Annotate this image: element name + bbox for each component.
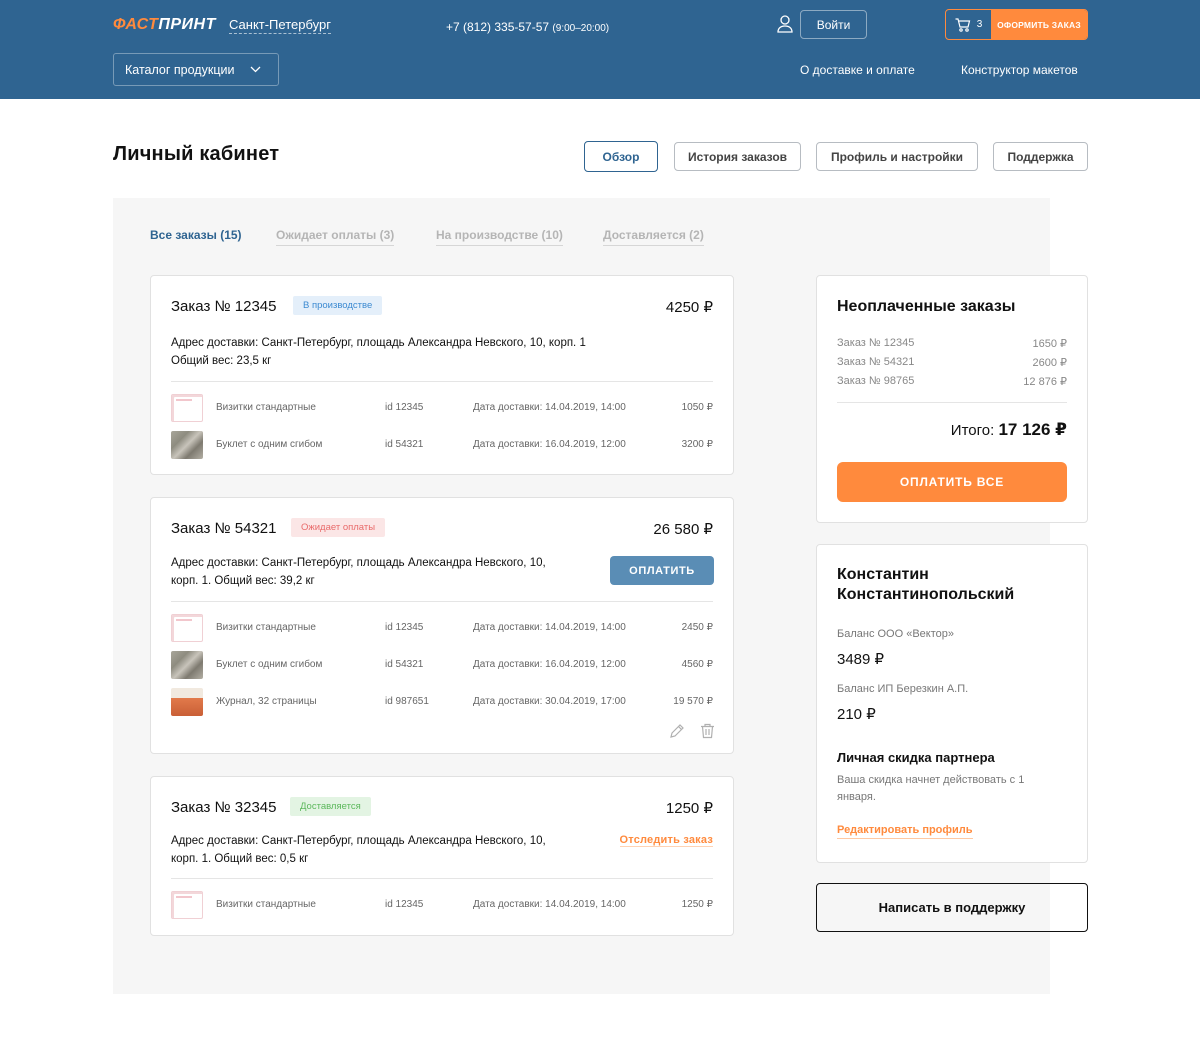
order-sum: 26 580 ₽ [653,521,713,538]
order-card: Заказ № 12345 В производстве 4250 ₽ Адре… [150,275,734,475]
balance-label: Баланс ИП Березкин А.П. [837,683,969,695]
divider [171,878,713,879]
item-name[interactable]: Визитки стандартные [216,402,316,413]
tab-overview[interactable]: Обзор [584,141,658,172]
item-price: 2450 ₽ [681,622,713,633]
item-name[interactable]: Буклет с одним сгибом [216,439,322,450]
order-title[interactable]: Заказ № 32345 [171,799,276,816]
order-sum: 1250 ₽ [665,800,713,817]
filter-in-production[interactable]: На производстве (10) [436,228,563,246]
city-selector[interactable]: Санкт-Петербург [229,17,331,34]
divider [171,601,713,602]
chevron-down-icon [250,66,261,73]
status-badge: В производстве [293,296,383,315]
item-thumbnail [171,394,203,422]
item-price: 1050 ₽ [681,402,713,413]
item-thumbnail [171,614,203,642]
item-id: id 12345 [385,899,424,910]
tab-order-history[interactable]: История заказов [674,142,801,171]
item-id: id 12345 [385,402,424,413]
edit-profile-link[interactable]: Редактировать профиль [837,824,973,839]
item-delivery-date: Дата доставки: 14.04.2019, 14:00 [473,402,626,413]
user-icon[interactable] [777,15,793,33]
item-thumbnail [171,431,203,459]
divider [171,381,713,382]
write-support-button[interactable]: Написать в поддержку [816,883,1088,932]
item-thumbnail [171,651,203,679]
catalog-label: Каталог продукции [125,62,235,77]
item-id: id 54321 [385,659,424,670]
tab-profile-settings[interactable]: Профиль и настройки [816,142,978,171]
pay-order-button[interactable]: ОПЛАТИТЬ [610,556,714,585]
nav-delivery-link[interactable]: О доставке и оплате [800,63,915,77]
item-id: id 54321 [385,439,424,450]
item-price: 1250 ₽ [681,899,713,910]
item-delivery-date: Дата доставки: 16.04.2019, 12:00 [473,439,626,450]
track-order-link[interactable]: Отследить заказ [619,834,713,847]
item-price: 4560 ₽ [681,659,713,670]
pay-all-button[interactable]: ОПЛАТИТЬ ВСЕ [837,462,1067,502]
filter-delivering[interactable]: Доставляется (2) [603,228,704,246]
item-name[interactable]: Визитки стандартные [216,622,316,633]
tab-support[interactable]: Поддержка [993,142,1088,171]
edit-icon[interactable] [669,723,685,739]
logo[interactable]: ФАСТПРИНТ [113,16,216,34]
item-thumbnail [171,891,203,919]
order-sum: 4250 ₽ [665,299,713,316]
unpaid-row[interactable]: Заказ № 54321 2600 ₽ [837,356,1067,369]
discount-title: Личная скидка партнера [837,750,995,765]
order-address: Адрес доставки: Санкт-Петербург, площадь… [171,337,586,367]
order-address: Адрес доставки: Санкт-Петербург, площадь… [171,557,546,587]
filter-awaiting-payment[interactable]: Ожидает оплаты (3) [276,228,395,246]
item-price: 19 570 ₽ [673,696,713,707]
item-delivery-date: Дата доставки: 14.04.2019, 14:00 [473,622,626,633]
status-badge: Доставляется [290,797,371,816]
site-header: ФАСТПРИНТ Санкт-Петербург +7 (812) 335-5… [0,0,1200,99]
cart-widget[interactable]: 3 ОФОРМИТЬ ЗАКАЗ [945,9,1088,40]
item-price: 3200 ₽ [681,439,713,450]
unpaid-row[interactable]: Заказ № 98765 12 876 ₽ [837,375,1067,388]
profile-card: Константин Константинопольский Баланс ООО… [816,544,1088,863]
order-card: Заказ № 54321 Ожидает оплаты 26 580 ₽ Ад… [150,497,734,754]
unpaid-row[interactable]: Заказ № 12345 1650 ₽ [837,337,1067,350]
item-id: id 987651 [385,696,429,707]
order-title[interactable]: Заказ № 12345 [171,298,276,315]
order-title[interactable]: Заказ № 54321 [171,520,276,537]
catalog-dropdown[interactable]: Каталог продукции [113,53,279,86]
login-button[interactable]: Войти [800,10,867,39]
checkout-button[interactable]: ОФОРМИТЬ ЗАКАЗ [991,10,1087,39]
unpaid-total: Итого: 17 126 ₽ [950,420,1067,439]
item-id: id 12345 [385,622,424,633]
order-address: Адрес доставки: Санкт-Петербург, площадь… [171,835,546,865]
trash-icon[interactable] [700,723,715,739]
filter-all-orders[interactable]: Все заказы (15) [150,228,242,245]
item-name[interactable]: Визитки стандартные [216,899,316,910]
cart-button[interactable]: 3 [946,10,991,39]
item-name[interactable]: Журнал, 32 страницы [216,696,317,707]
item-name[interactable]: Буклет с одним сгибом [216,659,322,670]
phone-number[interactable]: +7 (812) 335-57-57 (9:00–20:00) [446,20,609,34]
cart-icon [955,17,970,32]
profile-name: Константин Константинопольский [837,566,1015,603]
divider [837,402,1067,403]
page-title: Личный кабинет [113,143,280,165]
unpaid-title: Неоплаченные заказы [837,298,1016,315]
order-card: Заказ № 32345 Доставляется 1250 ₽ Адрес … [150,776,734,936]
item-delivery-date: Дата доставки: 30.04.2019, 17:00 [473,696,626,707]
item-thumbnail [171,688,203,716]
balance-value: 210 ₽ [837,706,876,723]
status-badge: Ожидает оплаты [291,518,386,537]
item-delivery-date: Дата доставки: 16.04.2019, 12:00 [473,659,626,670]
balance-label: Баланс ООО «Вектор» [837,628,955,640]
nav-constructor-link[interactable]: Конструктор макетов [961,63,1078,77]
unpaid-orders-card: Неоплаченные заказы Заказ № 12345 1650 ₽ … [816,275,1088,523]
balance-value: 3489 ₽ [837,651,885,668]
discount-text: Ваша скидка начнет действовать с 1 январ… [837,774,1025,803]
item-delivery-date: Дата доставки: 14.04.2019, 14:00 [473,899,626,910]
cart-count: 3 [976,19,983,30]
